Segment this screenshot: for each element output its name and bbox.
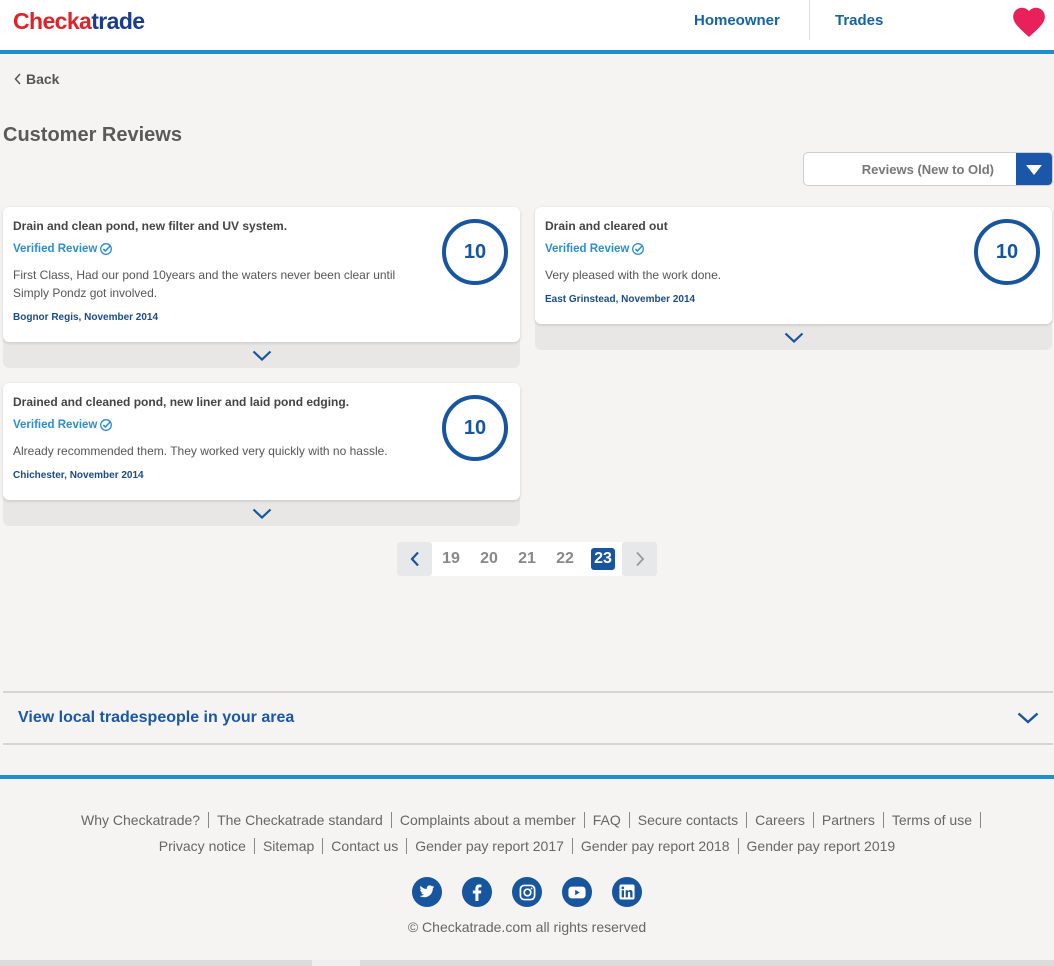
nav-homeowner[interactable]: Homeowner xyxy=(694,12,780,29)
review-body: First Class, Had our pond 10years and th… xyxy=(13,268,396,300)
local-tradespeople-accordion[interactable]: View local tradespeople in your area xyxy=(3,691,1053,745)
footer-divider xyxy=(0,775,1054,779)
expand-review-button[interactable] xyxy=(3,342,520,368)
pagination-page[interactable]: 22 xyxy=(546,550,584,568)
footer-links-row: Why Checkatrade? The Checkatrade standard… xyxy=(0,812,1054,828)
nav-trades[interactable]: Trades xyxy=(835,12,883,29)
footer-link-sitemap[interactable]: Sitemap xyxy=(254,838,324,854)
review-score: 10 xyxy=(442,219,508,285)
nav-divider xyxy=(809,0,810,40)
verified-label: Verified Review xyxy=(545,243,630,255)
chevron-left-icon xyxy=(410,551,419,567)
review-title: Drained and cleaned pond, new liner and … xyxy=(13,395,350,409)
footer-link-gender-pay-2019[interactable]: Gender pay report 2019 xyxy=(739,838,904,854)
logo-text-trade: trade xyxy=(91,8,145,34)
footer-links-row: Privacy notice Sitemap Contact us Gender pa… xyxy=(0,838,1054,854)
footer-link-partners[interactable]: Partners xyxy=(813,812,884,828)
youtube-icon[interactable] xyxy=(562,877,592,907)
social-links xyxy=(412,877,642,907)
back-label: Back xyxy=(26,71,60,87)
logo-text-a: a xyxy=(79,8,92,34)
page-title: Customer Reviews xyxy=(3,124,182,146)
footer-link-why-checkatrade[interactable]: Why Checkatrade? xyxy=(73,812,210,828)
footer-link-gender-pay-2017[interactable]: Gender pay report 2017 xyxy=(407,838,573,854)
copyright: © Checkatrade.com all rights reserved xyxy=(407,919,647,935)
sort-select[interactable]: Reviews (New to Old) xyxy=(803,152,1053,186)
footer-link-gender-pay-2018[interactable]: Gender pay report 2018 xyxy=(572,838,739,854)
sort-dropdown-button[interactable] xyxy=(1016,153,1052,185)
verified-check-icon xyxy=(100,243,113,255)
caret-down-icon xyxy=(1026,165,1042,175)
footer-link-contact[interactable]: Contact us xyxy=(323,838,408,854)
review-location-date: Chichester, November 2014 xyxy=(13,470,144,481)
footer-link-privacy[interactable]: Privacy notice xyxy=(150,838,255,854)
review-location-date: Bognor Regis, November 2014 xyxy=(13,312,159,323)
back-link[interactable]: Back xyxy=(14,71,59,87)
heart-icon[interactable] xyxy=(1010,3,1048,41)
expand-review-button[interactable] xyxy=(3,500,520,526)
footer-link-secure-contacts[interactable]: Secure contacts xyxy=(629,812,748,828)
chevron-down-icon xyxy=(252,350,271,361)
logo-text-check: Check xyxy=(13,8,80,34)
chevron-right-icon xyxy=(635,551,644,567)
verified-label: Verified Review xyxy=(13,419,98,431)
footer-link-checkatrade-standard[interactable]: The Checkatrade standard xyxy=(209,812,392,828)
verified-check-icon xyxy=(632,243,645,255)
linkedin-icon[interactable] xyxy=(612,877,642,907)
scrollbar-thumb[interactable] xyxy=(312,960,360,966)
expand-review-button[interactable] xyxy=(535,324,1052,350)
verified-label: Verified Review xyxy=(13,243,98,255)
review-card: Drain and clean pond, new filter and UV … xyxy=(3,207,520,368)
current-page-number: 23 xyxy=(591,548,615,570)
pagination-prev-button[interactable] xyxy=(397,542,432,576)
verified-check-icon xyxy=(100,419,113,431)
chevron-down-icon xyxy=(784,332,803,343)
review-card: Drain and cleared out Verified Review Ve… xyxy=(535,207,1052,350)
chevron-down-icon xyxy=(1017,711,1039,729)
accordion-label: View local tradespeople in your area xyxy=(18,709,295,726)
footer-link-terms[interactable]: Terms of use xyxy=(883,812,981,828)
instagram-icon[interactable] xyxy=(512,877,542,907)
chevron-left-icon xyxy=(14,73,21,85)
footer-link-faq[interactable]: FAQ xyxy=(584,812,630,828)
pagination-page[interactable]: 19 xyxy=(432,550,470,568)
review-body: Already recommended them. They worked ve… xyxy=(13,444,388,458)
pagination-next-button[interactable] xyxy=(622,542,657,576)
review-title: Drain and cleared out xyxy=(545,219,668,233)
review-score: 10 xyxy=(974,219,1040,285)
site-header: Checkatrade Homeowner Trades xyxy=(0,0,1054,54)
facebook-icon[interactable] xyxy=(462,877,492,907)
sort-selected-value: Reviews (New to Old) xyxy=(861,162,994,177)
verified-badge: Verified Review xyxy=(545,243,1042,255)
pagination: 19 20 21 22 23 xyxy=(397,542,657,576)
horizontal-scrollbar[interactable] xyxy=(0,960,1054,966)
review-body: Very pleased with the work done. xyxy=(545,268,722,282)
review-score: 10 xyxy=(442,395,508,461)
review-title: Drain and clean pond, new filter and UV … xyxy=(13,219,288,233)
verified-badge: Verified Review xyxy=(13,243,510,255)
pagination-page-current[interactable]: 23 xyxy=(584,548,622,570)
pagination-page[interactable]: 21 xyxy=(508,550,546,568)
review-location-date: East Grinstead, November 2014 xyxy=(545,294,696,305)
chevron-down-icon xyxy=(252,508,271,519)
footer-link-complaints[interactable]: Complaints about a member xyxy=(391,812,585,828)
verified-badge: Verified Review xyxy=(13,419,510,431)
checkatrade-logo[interactable]: Checkatrade xyxy=(13,8,145,35)
review-card: Drained and cleaned pond, new liner and … xyxy=(3,383,520,526)
twitter-icon[interactable] xyxy=(412,877,442,907)
pagination-page[interactable]: 20 xyxy=(470,550,508,568)
footer-link-careers[interactable]: Careers xyxy=(747,812,814,828)
